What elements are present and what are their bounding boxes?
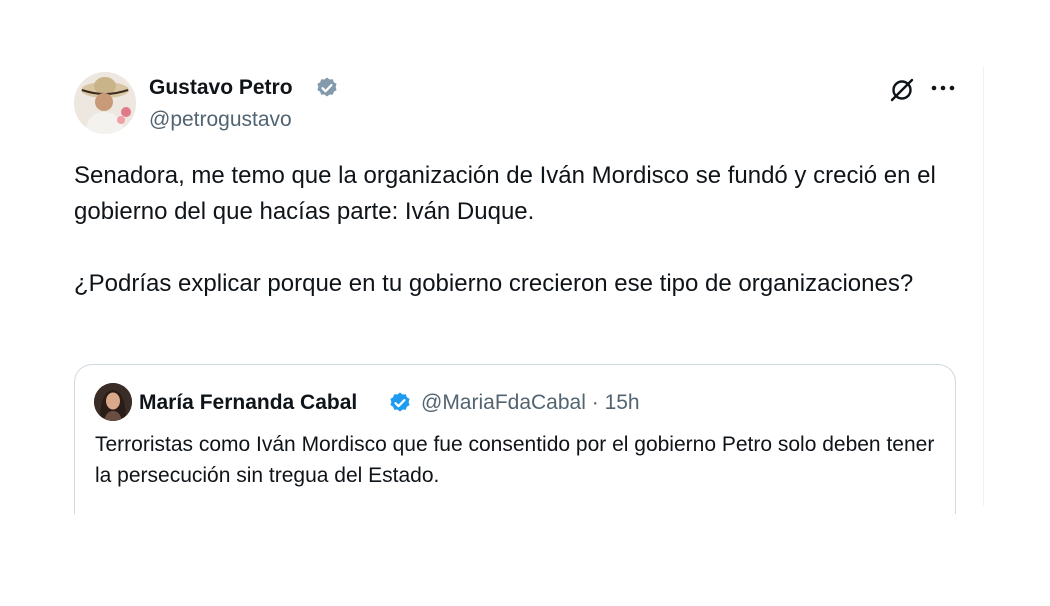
grok-icon[interactable]: [888, 76, 916, 104]
quoted-meta: @MariaFdaCabal · 15h: [421, 389, 640, 417]
quoted-author-avatar[interactable]: [94, 383, 132, 421]
author-avatar[interactable]: [74, 72, 136, 134]
author-name[interactable]: Gustavo Petro: [149, 74, 293, 102]
verified-badge-icon[interactable]: [388, 391, 412, 415]
timeline-divider: [983, 66, 984, 506]
quoted-timestamp[interactable]: 15h: [605, 391, 640, 414]
verified-badge-icon[interactable]: [315, 76, 339, 100]
quoted-tweet-card[interactable]: María Fernanda Cabal @MariaFdaCabal · 15…: [74, 364, 956, 514]
quoted-author-handle[interactable]: @MariaFdaCabal: [421, 391, 586, 414]
quoted-tweet-text: Terroristas como Iván Mordisco que fue c…: [95, 433, 935, 487]
author-handle[interactable]: @petrogustavo: [149, 106, 292, 134]
tweet-paragraph: ¿Podrías explicar porque en tu gobierno …: [74, 270, 914, 297]
tweet-text: Senadora, me temo que la organización de…: [74, 158, 954, 302]
meta-separator: ·: [591, 391, 599, 414]
tweet-paragraph: Senadora, me temo que la organización de…: [74, 162, 936, 225]
more-options-icon[interactable]: [928, 76, 958, 100]
quoted-author-name[interactable]: María Fernanda Cabal: [139, 389, 357, 417]
